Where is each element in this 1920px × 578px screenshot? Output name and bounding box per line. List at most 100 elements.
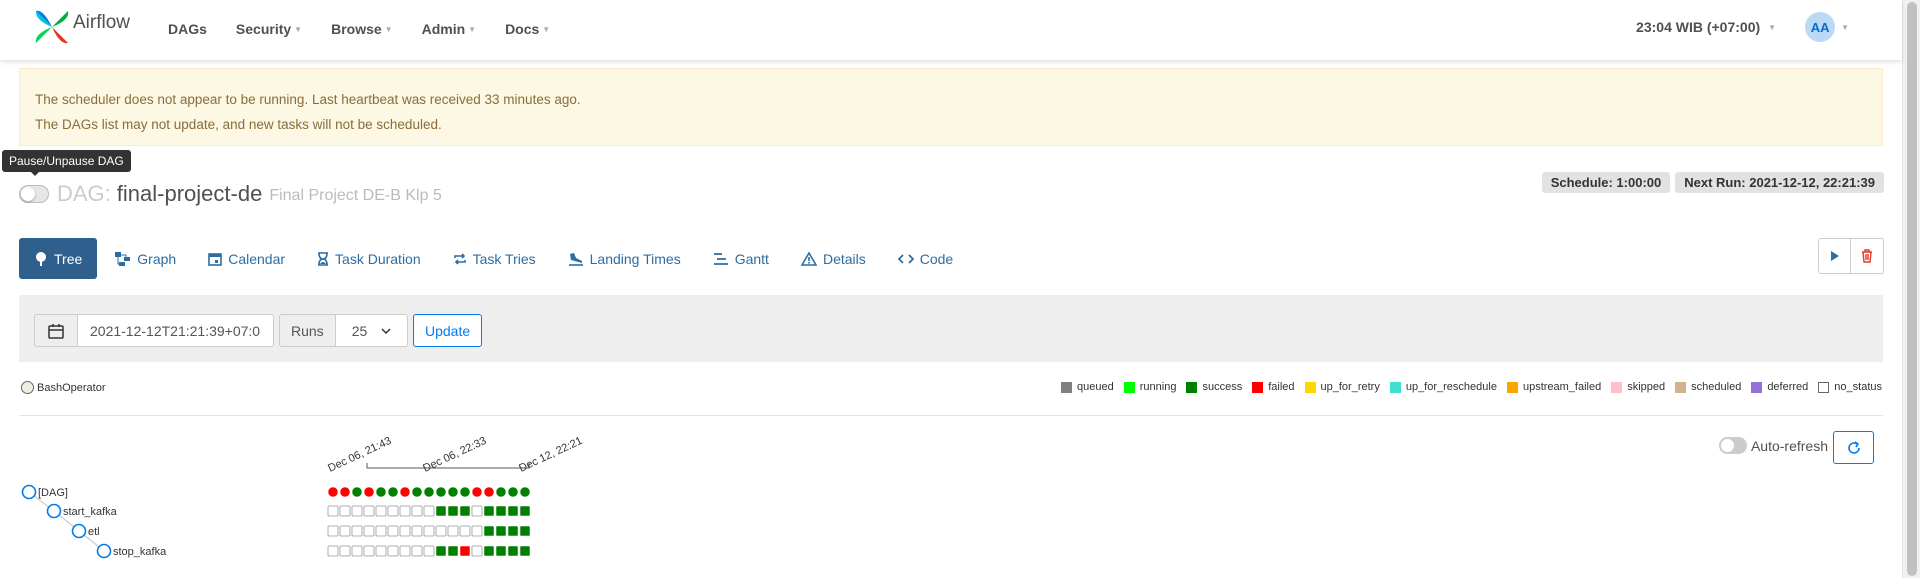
scrollbar-thumb[interactable] [1907, 2, 1917, 576]
task-instance-success[interactable] [447, 545, 459, 557]
task-instance-none[interactable] [435, 525, 447, 537]
dag-run-success[interactable] [375, 486, 387, 498]
tree-node-icon[interactable] [46, 503, 62, 519]
timezone-clock[interactable]: 23:04 WIB (+07:00) ▼ [1636, 19, 1776, 35]
task-instance-success[interactable] [507, 545, 519, 557]
update-button[interactable]: Update [413, 314, 483, 347]
task-instance-none[interactable] [387, 525, 399, 537]
tab-calendar[interactable]: Calendar [192, 238, 301, 279]
task-instance-none[interactable] [339, 505, 351, 517]
task-instance-success[interactable] [507, 505, 519, 517]
legend-up-for-retry[interactable]: up_for_retry [1304, 381, 1380, 393]
task-instance-success[interactable] [459, 505, 471, 517]
task-instance-none[interactable] [411, 525, 423, 537]
legend-failed[interactable]: failed [1252, 381, 1295, 393]
dag-run-success[interactable] [411, 486, 423, 498]
delete-dag-button[interactable] [1851, 238, 1884, 274]
legend-scheduled[interactable]: scheduled [1675, 381, 1741, 393]
task-instance-success[interactable] [495, 545, 507, 557]
dag-run-success[interactable] [423, 486, 435, 498]
tab-details[interactable]: Details [785, 238, 882, 279]
task-instance-none[interactable] [423, 505, 435, 517]
tree-node-label[interactable]: [DAG] [38, 487, 68, 499]
base-date-input[interactable]: 2021-12-12T21:21:39+07:0 [78, 314, 274, 347]
task-instance-success[interactable] [435, 505, 447, 517]
legend-upstream-failed[interactable]: upstream_failed [1506, 381, 1601, 393]
dag-run-success[interactable] [495, 486, 507, 498]
task-instance-none[interactable] [363, 525, 375, 537]
legend-running[interactable]: running [1123, 381, 1176, 393]
tree-node-label[interactable]: start_kafka [63, 506, 118, 518]
task-instance-success[interactable] [519, 545, 531, 557]
task-instance-none[interactable] [375, 505, 387, 517]
legend-skipped[interactable]: skipped [1611, 381, 1665, 393]
nav-docs[interactable]: Docs ▼ [505, 21, 550, 37]
dag-run-failed[interactable] [471, 486, 483, 498]
tree-node-icon[interactable] [96, 543, 112, 559]
task-instance-none[interactable] [327, 525, 339, 537]
task-instance-success[interactable] [483, 545, 495, 557]
task-instance-none[interactable] [339, 525, 351, 537]
task-instance-none[interactable] [471, 545, 483, 557]
task-instance-none[interactable] [471, 525, 483, 537]
dag-run-failed[interactable] [327, 486, 339, 498]
tab-task-tries[interactable]: Task Tries [437, 238, 552, 279]
task-instance-success[interactable] [447, 505, 459, 517]
dag-run-failed[interactable] [399, 486, 411, 498]
tab-code[interactable]: Code [882, 238, 969, 279]
task-instance-none[interactable] [351, 545, 363, 557]
task-instance-none[interactable] [363, 545, 375, 557]
task-instance-none[interactable] [375, 525, 387, 537]
pause-toggle[interactable] [19, 185, 49, 203]
task-instance-failed[interactable] [459, 545, 471, 557]
task-instance-none[interactable] [327, 545, 339, 557]
task-instance-success[interactable] [435, 545, 447, 557]
task-instance-none[interactable] [387, 545, 399, 557]
tab-landing-times[interactable]: Landing Times [552, 238, 697, 279]
dag-run-success[interactable] [507, 486, 519, 498]
user-menu[interactable]: AA ▼ [1790, 12, 1849, 42]
task-instance-none[interactable] [375, 545, 387, 557]
task-instance-none[interactable] [411, 545, 423, 557]
dag-run-success[interactable] [435, 486, 447, 498]
task-instance-success[interactable] [483, 525, 495, 537]
tree-node-icon[interactable] [71, 523, 87, 539]
tree-node-label[interactable]: etl [88, 526, 100, 538]
task-instance-none[interactable] [471, 505, 483, 517]
tab-gantt[interactable]: Gantt [697, 238, 785, 279]
task-instance-success[interactable] [495, 525, 507, 537]
legend-no-status[interactable]: no_status [1818, 381, 1882, 393]
scrollbar[interactable] [1902, 0, 1920, 578]
nav-browse[interactable]: Browse ▼ [331, 21, 393, 37]
dag-run-failed[interactable] [339, 486, 351, 498]
task-instance-none[interactable] [363, 505, 375, 517]
legend-queued[interactable]: queued [1061, 381, 1114, 393]
dag-run-failed[interactable] [363, 486, 375, 498]
task-instance-success[interactable] [507, 525, 519, 537]
task-instance-none[interactable] [351, 525, 363, 537]
task-instance-success[interactable] [519, 505, 531, 517]
legend-deferred[interactable]: deferred [1751, 381, 1808, 393]
task-instance-success[interactable] [495, 505, 507, 517]
legend-up-for-reschedule[interactable]: up_for_reschedule [1389, 381, 1497, 393]
dag-run-success[interactable] [351, 486, 363, 498]
task-instance-none[interactable] [327, 505, 339, 517]
nav-security[interactable]: Security ▼ [236, 21, 302, 37]
task-instance-none[interactable] [411, 505, 423, 517]
dag-run-success[interactable] [387, 486, 399, 498]
tab-tree[interactable]: Tree [19, 238, 98, 279]
task-instance-success[interactable] [483, 505, 495, 517]
date-picker-button[interactable] [34, 314, 78, 347]
task-instance-none[interactable] [399, 525, 411, 537]
trigger-dag-button[interactable] [1818, 238, 1851, 274]
task-instance-none[interactable] [447, 525, 459, 537]
task-instance-none[interactable] [399, 545, 411, 557]
tab-task-duration[interactable]: Task Duration [301, 238, 437, 279]
refresh-button[interactable] [1833, 431, 1874, 464]
dag-run-success[interactable] [519, 486, 531, 498]
nav-dags[interactable]: DAGs [168, 21, 207, 37]
brand-link[interactable]: Airflow [33, 8, 130, 46]
dag-run-success[interactable] [459, 486, 471, 498]
nav-admin[interactable]: Admin ▼ [422, 21, 476, 37]
dag-run-failed[interactable] [483, 486, 495, 498]
